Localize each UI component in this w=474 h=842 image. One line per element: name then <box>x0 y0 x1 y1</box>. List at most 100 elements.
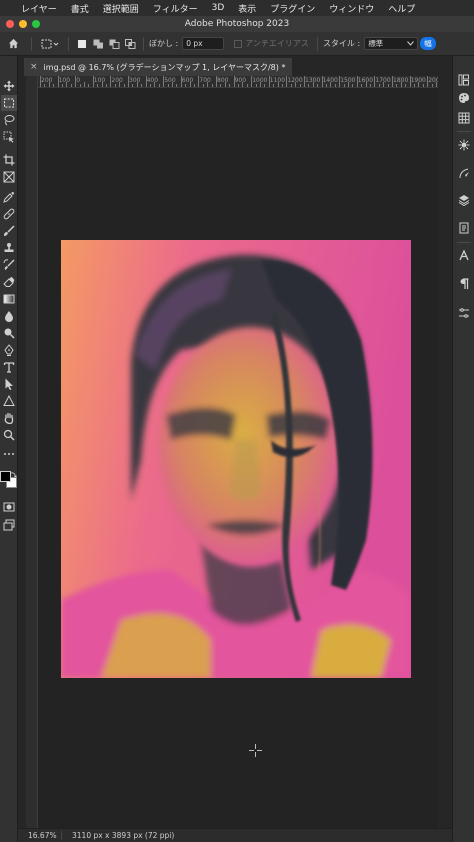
ruler-minor-tick <box>70 84 72 87</box>
move-tool[interactable] <box>1 78 17 94</box>
history-brush-icon <box>3 259 15 270</box>
foreground-color-swatch[interactable] <box>0 471 11 482</box>
swatches-panel-button[interactable] <box>456 110 472 126</box>
pen-tool[interactable] <box>1 342 17 358</box>
menu-window[interactable]: ウィンドウ <box>322 2 381 15</box>
menu-view[interactable]: 表示 <box>231 2 263 15</box>
swap-colors-button[interactable] <box>10 463 17 478</box>
libraries-panel-button[interactable] <box>456 72 472 88</box>
style-select[interactable]: 標準 <box>364 37 419 50</box>
ruler-minor-tick <box>383 82 385 87</box>
glyphs-panel-button[interactable] <box>456 305 472 321</box>
history-brush-tool[interactable] <box>1 257 17 273</box>
ruler-tick <box>339 76 341 87</box>
width-label: 幅 <box>424 39 432 48</box>
layers-panel-button[interactable] <box>456 192 472 208</box>
antialias-checkbox[interactable] <box>234 39 243 48</box>
ruler-tick <box>427 76 429 87</box>
canvas-area[interactable] <box>38 88 438 828</box>
close-tab-icon[interactable]: × <box>30 62 38 72</box>
subtract-selection-button[interactable] <box>106 32 122 56</box>
divider <box>31 36 32 51</box>
zoom-window-button[interactable] <box>32 20 40 28</box>
horizontal-ruler[interactable]: 200 100 0 100 200 300 400 500 600 700 800 900 1000 11… <box>38 76 438 88</box>
quick-mask-button[interactable] <box>1 499 17 515</box>
menu-filter[interactable]: フィルター <box>146 2 205 15</box>
frame-tool[interactable] <box>1 169 17 185</box>
window-controls <box>6 20 40 28</box>
document-tab[interactable]: × img.psd @ 16.7% (グラデーションマップ 1, レイヤーマスク… <box>24 58 292 76</box>
object-select-tool[interactable] <box>1 129 17 145</box>
adjustments-panel-button[interactable] <box>456 137 472 153</box>
screen-mode-button[interactable] <box>1 517 17 533</box>
ruler-tick <box>409 76 411 87</box>
color-panel-button[interactable] <box>456 90 472 106</box>
properties-panel-button[interactable] <box>456 220 472 236</box>
add-selection-button[interactable] <box>90 32 106 56</box>
menu-select[interactable]: 選択範囲 <box>96 2 146 15</box>
ruler-minor-tick <box>185 84 187 87</box>
home-icon <box>8 38 18 49</box>
ruler-minor-tick <box>396 84 398 87</box>
home-button[interactable] <box>0 32 26 56</box>
ruler-minor-tick <box>326 84 327 87</box>
marquee-tool[interactable] <box>1 95 17 111</box>
menu-help[interactable]: ヘルプ <box>381 2 422 15</box>
menu-type[interactable]: 書式 <box>64 2 96 15</box>
blur-tool[interactable] <box>1 308 17 324</box>
character-panel-button[interactable] <box>456 248 472 264</box>
menu-layer[interactable]: レイヤー <box>14 2 64 15</box>
ruler-label: 800 <box>217 77 229 84</box>
ruler-minor-tick <box>106 84 107 87</box>
ruler-minor-tick <box>260 82 261 87</box>
marquee-preset-icon <box>41 39 59 48</box>
vertical-ruler[interactable] <box>26 76 38 828</box>
ruler-minor-tick <box>150 84 151 87</box>
ruler-minor-tick <box>119 82 121 87</box>
character-icon <box>459 250 469 261</box>
stamp-tool[interactable] <box>1 240 17 256</box>
document-image[interactable] <box>61 240 411 678</box>
minimize-window-button[interactable] <box>19 20 27 28</box>
new-selection-button[interactable] <box>74 32 90 56</box>
crop-icon <box>3 154 15 166</box>
panel-divider <box>457 242 471 243</box>
ruler-tick <box>268 76 270 87</box>
eraser-tool[interactable] <box>1 274 17 290</box>
hand-tool[interactable] <box>1 410 17 426</box>
close-window-button[interactable] <box>6 20 14 28</box>
ruler-minor-tick <box>167 84 169 87</box>
adjustments-icon <box>458 139 470 151</box>
paths-panel-button[interactable] <box>456 165 472 181</box>
lasso-tool[interactable] <box>1 112 17 128</box>
divider <box>143 36 144 51</box>
dodge-tool[interactable] <box>1 325 17 341</box>
eyedropper-tool[interactable] <box>1 189 17 205</box>
default-colors-button[interactable] <box>0 464 7 479</box>
shape-tool[interactable] <box>1 393 17 409</box>
path-select-tool[interactable] <box>1 376 17 392</box>
menu-plugins[interactable]: プラグイン <box>263 2 322 15</box>
crop-tool[interactable] <box>1 152 17 168</box>
ruler-minor-tick <box>194 84 195 87</box>
tool-preset-picker[interactable] <box>37 32 63 56</box>
gradient-tool[interactable] <box>1 291 17 307</box>
menu-3d[interactable]: 3D <box>205 3 232 13</box>
feather-input[interactable]: 0 px <box>182 37 225 50</box>
document-info[interactable]: 3110 px x 3893 px (72 ppi) <box>62 831 174 840</box>
intersect-selection-icon <box>124 38 135 49</box>
pen-icon <box>4 344 14 356</box>
width-button[interactable]: 幅 <box>420 37 436 50</box>
intersect-selection-button[interactable] <box>122 32 138 56</box>
ruler-label: 400 <box>146 77 159 84</box>
zoom-level[interactable]: 16.67% <box>18 831 62 840</box>
brush-tool[interactable] <box>1 223 17 239</box>
edit-toolbar-button[interactable] <box>1 446 17 462</box>
zoom-tool[interactable] <box>1 427 17 443</box>
type-tool[interactable] <box>1 359 17 375</box>
ruler-minor-tick <box>295 82 297 87</box>
paragraph-panel-button[interactable] <box>456 276 472 292</box>
glyphs-icon <box>459 308 469 318</box>
menu-spacer <box>0 0 14 16</box>
healing-tool[interactable] <box>1 206 17 222</box>
